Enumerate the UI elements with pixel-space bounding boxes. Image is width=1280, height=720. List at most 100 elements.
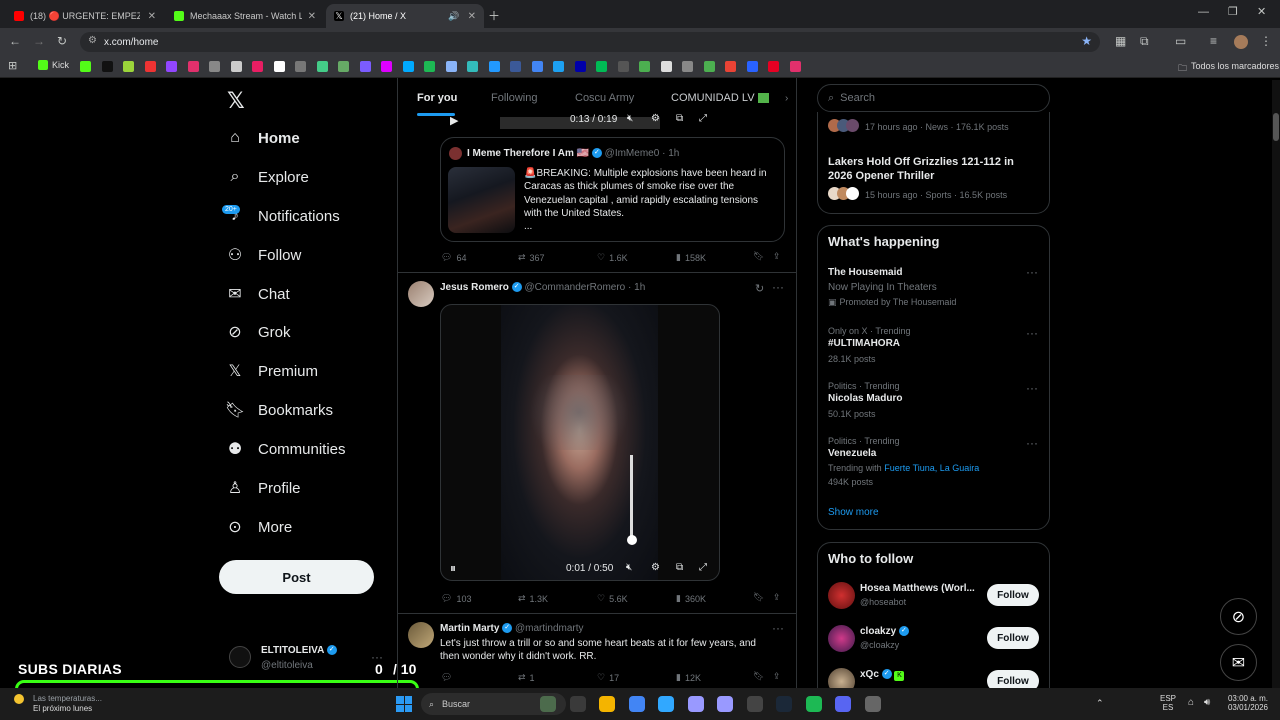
task-view-icon[interactable] bbox=[569, 696, 586, 712]
browser-tab-youtube[interactable]: (18) 🔴 URGENTE: EMPEZÓ EL ✕ bbox=[6, 4, 164, 28]
like-action[interactable]: ♡ 1.6K bbox=[597, 252, 628, 263]
settings-icon[interactable]: ⚙ bbox=[651, 113, 660, 124]
pause-icon[interactable]: ⏸︎ bbox=[450, 561, 456, 576]
nav-communities[interactable]: ⚉ Communities bbox=[226, 435, 346, 463]
messages-float-icon[interactable]: ✉ bbox=[1220, 644, 1257, 681]
show-more-link[interactable]: Show more bbox=[828, 507, 879, 518]
repost-action[interactable]: ⇄ 367 bbox=[518, 252, 545, 263]
bookmark-favicon-icon[interactable] bbox=[273, 61, 285, 72]
bookmark-favicon-icon[interactable] bbox=[725, 61, 736, 72]
views-action[interactable]: ▮ 12K bbox=[676, 672, 701, 683]
bookmark-favicon-icon[interactable] bbox=[682, 61, 693, 72]
bookmark-kick[interactable]: Kick bbox=[38, 60, 69, 70]
chevron-right-icon[interactable]: › bbox=[785, 93, 788, 104]
bookmark-favicon-icon[interactable] bbox=[746, 61, 758, 72]
bookmark-favicon-icon[interactable] bbox=[424, 61, 435, 72]
reply-action[interactable]: 💬︎ bbox=[441, 672, 452, 683]
chrome-icon[interactable] bbox=[628, 696, 645, 712]
bookmark-favicon-icon[interactable] bbox=[230, 61, 242, 72]
trend-menu-icon[interactable]: ··· bbox=[1026, 265, 1038, 279]
x-logo-icon[interactable]: 𝕏 bbox=[227, 88, 245, 114]
reply-action[interactable]: 💬︎ 64 bbox=[441, 252, 466, 263]
bookmark-favicon-icon[interactable] bbox=[338, 61, 349, 72]
bookmark-favicon-icon[interactable] bbox=[144, 61, 156, 72]
follow-button[interactable]: Follow bbox=[987, 584, 1039, 606]
post-button[interactable]: Post bbox=[219, 560, 374, 594]
bookmark-favicon-icon[interactable] bbox=[553, 61, 564, 72]
video-player[interactable] bbox=[440, 304, 720, 581]
grok-explain-icon[interactable]: ↻ bbox=[755, 282, 764, 295]
trend-with-links[interactable]: Fuerte Tiuna, La Guaira bbox=[884, 463, 979, 473]
settings-app-icon[interactable] bbox=[864, 696, 881, 712]
like-action[interactable]: ♡ 17 bbox=[597, 672, 619, 683]
trend-title[interactable]: Venezuela bbox=[828, 448, 876, 459]
like-action[interactable]: ♡ 5.6K bbox=[597, 593, 628, 604]
share-icon[interactable]: ⇪ bbox=[773, 592, 781, 603]
mute-icon[interactable]: 🔇︎ bbox=[627, 113, 633, 124]
browser-tab-kick[interactable]: Mechaaax Stream - Watch Live ✕ bbox=[166, 4, 324, 28]
trend-title[interactable]: Nicolas Maduro bbox=[828, 393, 902, 404]
bookmark-favicon-icon[interactable] bbox=[402, 61, 414, 72]
photoshop-icon[interactable] bbox=[658, 696, 674, 712]
bookmark-favicon-icon[interactable] bbox=[574, 61, 586, 72]
close-tab-icon[interactable]: ✕ bbox=[148, 11, 156, 22]
fullscreen-icon[interactable]: ⤢ bbox=[699, 562, 707, 573]
repost-action[interactable]: ⇄ 1 bbox=[518, 672, 535, 683]
app-icon[interactable] bbox=[746, 696, 763, 712]
reload-icon[interactable]: ↻ bbox=[57, 34, 67, 48]
bookmark-favicon-icon[interactable] bbox=[316, 61, 328, 72]
bookmark-favicon-icon[interactable] bbox=[252, 61, 263, 72]
windows-start-icon[interactable] bbox=[396, 696, 412, 712]
trend-title[interactable]: #ULTIMAHORA bbox=[828, 338, 900, 349]
repost-action[interactable]: ⇄ 1.3K bbox=[518, 593, 548, 604]
tab-for-you[interactable]: For you bbox=[417, 92, 457, 104]
post-menu-icon[interactable]: ··· bbox=[772, 280, 784, 294]
nav-home[interactable]: ⌂ Home bbox=[226, 124, 300, 152]
mute-icon[interactable]: 🔇︎ bbox=[626, 562, 632, 573]
nav-premium[interactable]: 𝕏 Premium bbox=[226, 357, 318, 385]
nav-follow[interactable]: ⚇ Follow bbox=[226, 241, 302, 269]
post-avatar[interactable] bbox=[408, 622, 434, 648]
post-menu-icon[interactable]: ··· bbox=[772, 621, 784, 635]
bookmark-icon[interactable]: 🔖︎ bbox=[753, 592, 764, 603]
fullscreen-icon[interactable]: ⤢ bbox=[699, 113, 707, 124]
chrome-menu-icon[interactable]: ⋮ bbox=[1260, 34, 1272, 48]
bookmark-favicon-icon[interactable] bbox=[531, 61, 543, 72]
account-avatar[interactable] bbox=[229, 646, 251, 668]
trend-menu-icon[interactable]: ··· bbox=[1026, 326, 1038, 340]
trend-menu-icon[interactable]: ··· bbox=[1026, 381, 1038, 395]
trend-menu-icon[interactable]: ··· bbox=[1026, 436, 1038, 450]
play-icon[interactable]: ▶ bbox=[450, 114, 458, 127]
views-action[interactable]: ▮ 158K bbox=[676, 252, 706, 263]
share-icon[interactable]: ⇪ bbox=[773, 671, 781, 682]
weather-app-icon[interactable] bbox=[540, 696, 556, 712]
browser-tab-x[interactable]: 𝕏 (21) Home / X 🔊 ✕ bbox=[326, 4, 484, 28]
site-info-icon[interactable]: ⚙ bbox=[88, 35, 97, 46]
bookmark-favicon-icon[interactable] bbox=[123, 61, 134, 72]
bookmark-favicon-icon[interactable] bbox=[209, 61, 220, 72]
bookmark-favicon-icon[interactable] bbox=[359, 61, 371, 72]
tab-following[interactable]: Following bbox=[491, 92, 537, 104]
bookmark-icon[interactable]: 🔖︎ bbox=[753, 251, 764, 262]
bookmark-favicon-icon[interactable] bbox=[617, 61, 629, 72]
bookmark-favicon-icon[interactable] bbox=[467, 61, 478, 72]
close-tab-icon[interactable]: ✕ bbox=[468, 11, 476, 22]
bookmark-favicon-icon[interactable] bbox=[80, 61, 91, 72]
bookmark-star-icon[interactable]: ★ bbox=[1081, 34, 1092, 48]
bookmark-favicon-icon[interactable] bbox=[789, 61, 801, 72]
tab-comunidad-lv[interactable]: COMUNIDAD LV bbox=[671, 92, 769, 104]
sidepanel-icon[interactable]: ▭ bbox=[1175, 34, 1186, 48]
premiere-icon[interactable] bbox=[687, 696, 704, 712]
bookmark-favicon-icon[interactable] bbox=[660, 61, 672, 72]
reply-action[interactable]: 💬︎ 103 bbox=[441, 593, 471, 604]
clock[interactable]: 03:00 a. m. 03/01/2026 bbox=[1220, 694, 1268, 712]
scrollbar-thumb[interactable] bbox=[1273, 113, 1279, 141]
follow-avatar[interactable] bbox=[828, 582, 855, 609]
bookmark-favicon-icon[interactable] bbox=[639, 61, 650, 72]
bookmark-favicon-icon[interactable] bbox=[596, 61, 607, 72]
all-bookmarks[interactable]: 🗀 Todos los marcadores bbox=[1178, 61, 1279, 77]
media-icon[interactable]: ≡ bbox=[1210, 34, 1217, 48]
bookmark-favicon-icon[interactable] bbox=[295, 61, 306, 72]
close-tab-icon[interactable]: ✕ bbox=[308, 11, 316, 22]
share-icon[interactable]: ⇪ bbox=[773, 251, 781, 262]
